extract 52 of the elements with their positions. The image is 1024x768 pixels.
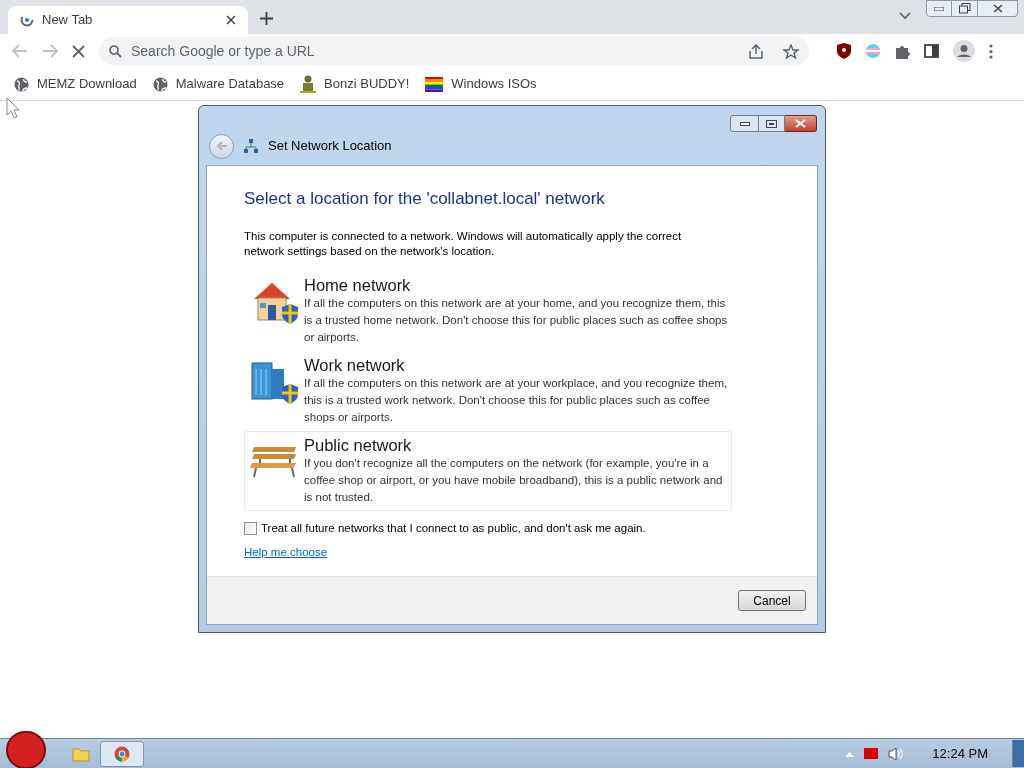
option-description: If all the computers on this network are at your workplace, and you recognize them, this is a trusted work network. Don't choose this for public places such as coffee shops or airports. — [304, 375, 729, 425]
option-title: Public network — [304, 434, 413, 455]
dialog-title: Set Network Location — [268, 137, 392, 156]
checkbox-label[interactable]: Treat all future networks that I connect to as public, and don't ask me again. — [261, 519, 646, 537]
new-tab-icon[interactable] — [260, 12, 273, 25]
bookmark[interactable]: MEMZ Download — [14, 74, 137, 94]
network-option[interactable]: Work network If all the computers on this network are at your workplace, and you recognize them, this is a trusted work network. Don't choose this for public places such as coffee shops or airports. — [244, 350, 732, 431]
option-title: Home network — [304, 274, 412, 295]
cancel-button[interactable]: Cancel — [738, 590, 806, 611]
address-bar[interactable]: Search Google or type a URL — [99, 37, 809, 65]
option-title: Work network — [304, 354, 406, 375]
maximize-icon[interactable] — [759, 115, 785, 132]
bookmark[interactable]: Bonzi BUDDY! — [300, 74, 410, 94]
close-tab-icon[interactable] — [226, 15, 236, 25]
restore-icon[interactable] — [952, 0, 978, 17]
intro-text: This computer is connected to a network. Windows will automatically apply the correct network settings based on the network's location. — [244, 228, 683, 259]
network-option[interactable]: Public network If you don't recognize all the computers on the network (for example, you're in a coffee shop or airport, or you have mobile broadband), this is a public network and is not trusted. — [244, 430, 732, 511]
side-panel-icon[interactable] — [924, 44, 939, 58]
tab-title: New Tab — [42, 11, 94, 30]
globe-icon — [152, 76, 168, 92]
clock[interactable]: 12:24 PM — [932, 743, 988, 764]
dialog-heading: Select a location for the 'collabnet.local' network — [244, 188, 606, 210]
globe-icon — [14, 76, 29, 92]
network-icon — [244, 139, 258, 153]
browser-logo-icon — [114, 745, 130, 762]
close-icon[interactable] — [978, 0, 1018, 17]
profile-icon[interactable] — [953, 40, 975, 62]
start-button[interactable] — [6, 731, 46, 768]
bookmark[interactable]: Malware Database — [152, 74, 285, 94]
minimize-icon[interactable] — [730, 115, 759, 132]
bookmark-star-icon[interactable] — [783, 43, 799, 59]
rainbow-flag-icon — [425, 76, 444, 92]
checkbox[interactable] — [244, 521, 257, 535]
browser-taskbar-button[interactable] — [100, 740, 144, 767]
network-option[interactable]: Home network If all the computers on this network are at your home, and you recognize them, this is a trusted home network. Don't choose this for public places such as coffee shops or airports. — [244, 270, 732, 351]
bookmark[interactable]: Windows ISOs — [425, 74, 537, 94]
tab-search-icon[interactable] — [899, 12, 911, 20]
close-button[interactable] — [785, 115, 817, 132]
volume-icon[interactable] — [888, 746, 905, 761]
search-icon — [109, 44, 122, 58]
help-link[interactable]: Help me choose — [244, 543, 328, 561]
stop-icon[interactable] — [72, 44, 85, 58]
puzzle-icon[interactable] — [895, 43, 910, 59]
browser-tab[interactable]: New Tab — [8, 6, 248, 34]
back-arrow-icon — [215, 141, 228, 151]
shield-extension-icon[interactable] — [837, 43, 851, 59]
option-description: If you don't recognize all the computers on the network (for example, you're in a coffee shop or airport, or you have mobile broadband), this is a public network and is not trusted. — [304, 455, 724, 505]
figure-icon — [300, 75, 317, 93]
option-description: If all the computers on this network are at your home, and you recognize them, this is a trusted home network. Don't choose this for public places such as coffee shops or airports. — [304, 295, 729, 345]
close-icon — [795, 119, 806, 128]
menu-icon[interactable] — [989, 43, 993, 59]
share-icon[interactable] — [748, 43, 764, 59]
